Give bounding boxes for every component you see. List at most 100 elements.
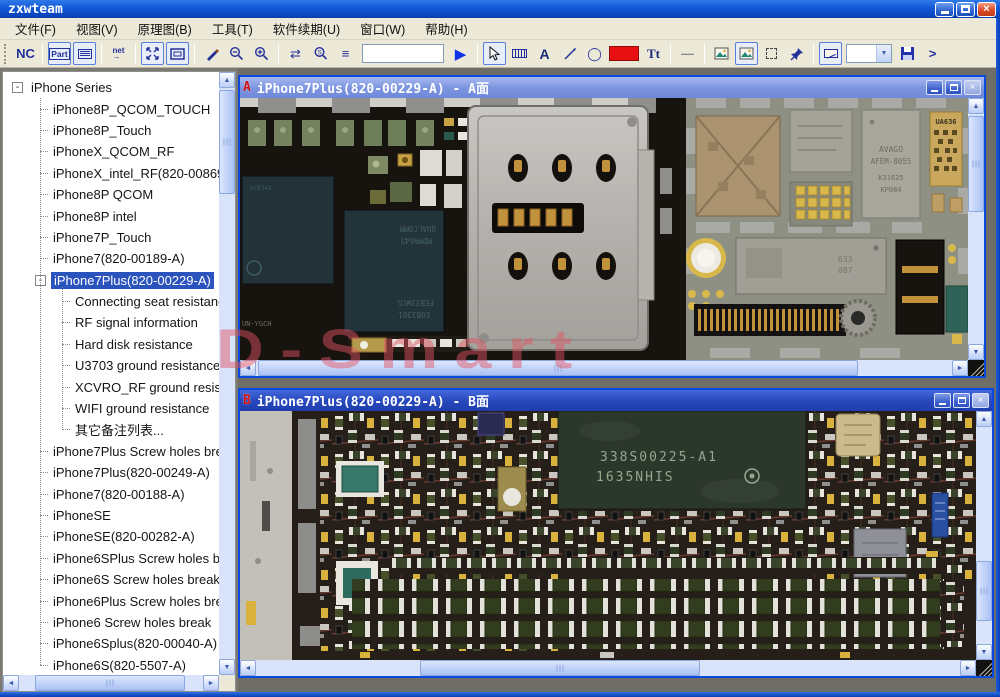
window-a-hscroll-thumb[interactable] — [258, 360, 858, 376]
scroll-up-icon[interactable]: ▲ — [976, 411, 992, 427]
image-a-button[interactable] — [710, 42, 733, 65]
tree-item[interactable]: iPhone6S(820-5507-A) — [4, 655, 220, 675]
tree-subitem[interactable]: RF signal information — [4, 312, 220, 333]
list-button[interactable]: ≡ — [334, 42, 357, 65]
window-a-vscroll-thumb[interactable] — [968, 116, 984, 212]
tree-subitem[interactable]: WIFI ground resistance — [4, 398, 220, 419]
tree-subitem[interactable]: XCVRO_RF ground resistanc — [4, 376, 220, 397]
scroll-down-icon[interactable]: ▼ — [976, 644, 992, 660]
scroll-right-icon[interactable]: ► — [960, 660, 976, 676]
marquee-select-button[interactable] — [760, 42, 783, 65]
tree-item-selected[interactable]: - iPhone7Plus(820-00229-A) — [4, 270, 220, 291]
net-button[interactable]: net → — [107, 42, 130, 65]
color-swatch-button[interactable] — [608, 42, 640, 65]
tree-item[interactable]: iPhone6Splus(820-00040-A) — [4, 633, 220, 654]
tree-hscroll-thumb[interactable] — [35, 675, 185, 691]
tree-vscrollbar[interactable]: ▲ ▼ — [219, 72, 235, 675]
menu-view[interactable]: 视图(V) — [67, 17, 127, 40]
tree-hscrollbar[interactable]: ◄ ► — [3, 675, 219, 691]
pad-view-button[interactable] — [73, 42, 96, 65]
scroll-down-icon[interactable]: ▼ — [219, 659, 235, 675]
menu-schematic[interactable]: 原理图(B) — [129, 17, 201, 40]
tree-item[interactable]: iPhone8P_QCOM_TOUCH — [4, 98, 220, 119]
select-cursor-button[interactable] — [483, 42, 506, 65]
menu-window[interactable]: 窗口(W) — [351, 17, 414, 40]
tree-item[interactable]: iPhone8P intel — [4, 205, 220, 226]
draw-button[interactable] — [200, 42, 223, 65]
save-button[interactable] — [896, 42, 919, 65]
toolbar-overflow-button[interactable]: > — [921, 42, 944, 65]
tree-vscroll-thumb[interactable] — [219, 90, 235, 194]
run-button[interactable]: ▶ — [449, 42, 472, 65]
search-input[interactable] — [362, 44, 444, 63]
window-b-vscroll-thumb[interactable] — [976, 561, 992, 621]
tree-item[interactable]: iPhoneSE — [4, 505, 220, 526]
text-label-button[interactable]: A — [533, 42, 556, 65]
pin-button[interactable] — [785, 42, 808, 65]
tree-item[interactable]: iPhone7(820-00189-A) — [4, 248, 220, 269]
window-view-button[interactable] — [166, 42, 189, 65]
tree-subitem[interactable]: Hard disk resistance — [4, 334, 220, 355]
tree-item[interactable]: iPhone6Plus Screw holes break — [4, 590, 220, 611]
window-b-hscroll-thumb[interactable] — [420, 660, 700, 676]
swap-layer-button[interactable]: ⇄ — [284, 42, 307, 65]
window-a-hscrollbar[interactable]: ◄ ► — [240, 360, 968, 376]
restore-button[interactable] — [956, 1, 975, 17]
scroll-right-icon[interactable]: ► — [952, 360, 968, 376]
tree-subitem[interactable]: U3703 ground resistance — [4, 355, 220, 376]
minimize-button[interactable] — [935, 1, 954, 17]
close-button[interactable]: × — [977, 1, 996, 17]
tree-root[interactable]: - iPhone Series — [4, 77, 220, 98]
tree-item[interactable]: iPhoneX_QCOM_RF — [4, 141, 220, 162]
tree-item[interactable]: iPhone7Plus(820-00249-A) — [4, 462, 220, 483]
ellipse-button[interactable]: ◯ — [583, 42, 606, 65]
tree-subitem[interactable]: Connecting seat resistance — [4, 291, 220, 312]
scroll-down-icon[interactable]: ▼ — [968, 344, 984, 360]
window-b-resize-grip[interactable] — [976, 660, 992, 676]
tree-item[interactable]: iPhone7P_Touch — [4, 227, 220, 248]
zoom-fit-button[interactable] — [141, 42, 164, 65]
toolbar-grip[interactable] — [4, 43, 9, 64]
window-b-hscrollbar[interactable]: ◄ ► — [240, 660, 976, 676]
image-b-button[interactable] — [735, 42, 758, 65]
window-b-close-button[interactable]: × — [972, 393, 989, 408]
tree-item[interactable]: iPhoneSE(820-00282-A) — [4, 526, 220, 547]
zoom-in-button[interactable] — [250, 42, 273, 65]
window-b-vscrollbar[interactable]: ▲ ▼ — [976, 411, 992, 660]
line-style-button[interactable]: — — [676, 42, 699, 65]
window-b-minimize-button[interactable] — [934, 393, 951, 408]
window-b-restore-button[interactable] — [953, 393, 970, 408]
collapse-icon[interactable]: - — [12, 82, 23, 94]
menu-file[interactable]: 文件(F) — [6, 17, 65, 40]
tree-item[interactable]: iPhone7Plus Screw holes break — [4, 441, 220, 462]
tree-item[interactable]: iPhone8P QCOM — [4, 184, 220, 205]
window-a-resize-grip[interactable] — [968, 360, 984, 376]
ruler-button[interactable] — [508, 42, 531, 65]
scroll-up-icon[interactable]: ▲ — [219, 72, 235, 88]
tree-item[interactable]: iPhone6S Screw holes break — [4, 569, 220, 590]
tree-item[interactable]: iPhone6 Screw holes break — [4, 612, 220, 633]
scroll-left-icon[interactable]: ◄ — [240, 660, 256, 676]
tree-item[interactable]: iPhoneX_intel_RF(820-00869-A — [4, 163, 220, 184]
scroll-left-icon[interactable]: ◄ — [3, 675, 19, 691]
tree-item[interactable]: iPhone8P_Touch — [4, 120, 220, 141]
window-a-vscrollbar[interactable]: ▲ ▼ — [968, 98, 984, 360]
nc-button[interactable]: NC — [14, 42, 37, 65]
window-a-titlebar[interactable]: A iPhone7Plus(820-00229-A) - A面 × — [240, 77, 984, 98]
scroll-left-icon[interactable]: ◄ — [240, 360, 256, 376]
font-button[interactable]: Tt — [642, 42, 665, 65]
window-a-minimize-button[interactable] — [926, 80, 943, 95]
menu-tools[interactable]: 工具(T) — [203, 17, 262, 40]
line-draw-button[interactable] — [558, 42, 581, 65]
scroll-up-icon[interactable]: ▲ — [968, 98, 984, 114]
part-button[interactable]: Part — [48, 42, 71, 65]
window-a-close-button[interactable]: × — [964, 80, 981, 95]
menu-renewal[interactable]: 软件续期(U) — [264, 17, 349, 40]
menu-help[interactable]: 帮助(H) — [416, 17, 476, 40]
tree-item[interactable]: iPhone6SPlus Screw holes brea — [4, 548, 220, 569]
scroll-right-icon[interactable]: ► — [203, 675, 219, 691]
tree-subitem[interactable]: 其它备注列表... — [4, 419, 220, 440]
zoom-out-button[interactable] — [225, 42, 248, 65]
zoom-select-button[interactable]: S — [309, 42, 332, 65]
window-b-titlebar[interactable]: B iPhone7Plus(820-00229-A) - B面 × — [240, 390, 992, 411]
